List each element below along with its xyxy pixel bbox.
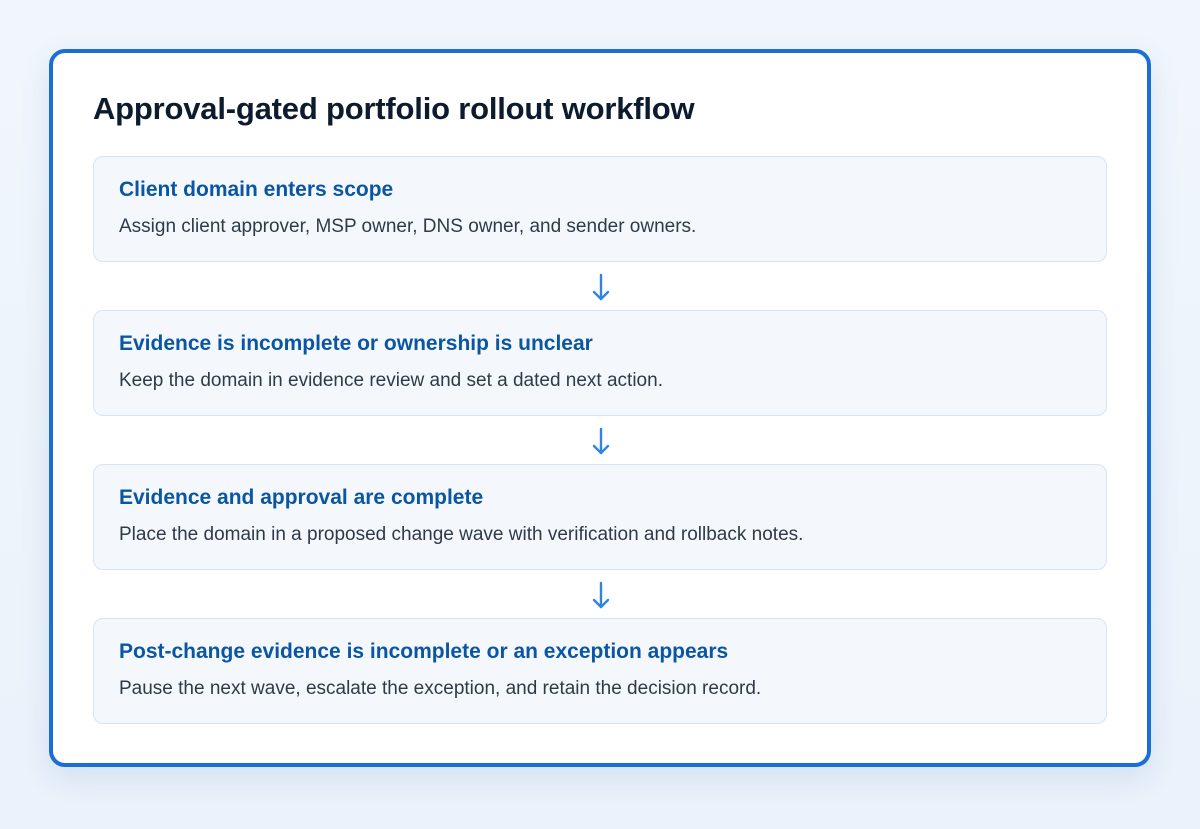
workflow-step-1: Client domain enters scope Assign client…: [93, 156, 1107, 262]
page: Approval-gated portfolio rollout workflo…: [0, 0, 1200, 829]
step-title: Client domain enters scope: [119, 178, 394, 201]
workflow-card: Approval-gated portfolio rollout workflo…: [49, 49, 1151, 767]
step-title: Post-change evidence is incomplete or an…: [119, 640, 729, 663]
step-description: Keep the domain in evidence review and s…: [119, 370, 663, 391]
workflow-step-2: Evidence is incomplete or ownership is u…: [93, 310, 1107, 416]
arrow-down-icon: [592, 427, 610, 455]
step-description: Assign client approver, MSP owner, DNS o…: [119, 216, 697, 237]
arrow-down-icon: [592, 273, 610, 301]
step-title: Evidence is incomplete or ownership is u…: [119, 332, 593, 355]
workflow-step-4: Post-change evidence is incomplete or an…: [93, 618, 1107, 724]
page-title: Approval-gated portfolio rollout workflo…: [93, 91, 695, 126]
step-description: Pause the next wave, escalate the except…: [119, 678, 762, 699]
workflow-step-3: Evidence and approval are complete Place…: [93, 464, 1107, 570]
step-title: Evidence and approval are complete: [119, 486, 484, 509]
step-description: Place the domain in a proposed change wa…: [119, 524, 804, 545]
arrow-down-icon: [592, 581, 610, 609]
